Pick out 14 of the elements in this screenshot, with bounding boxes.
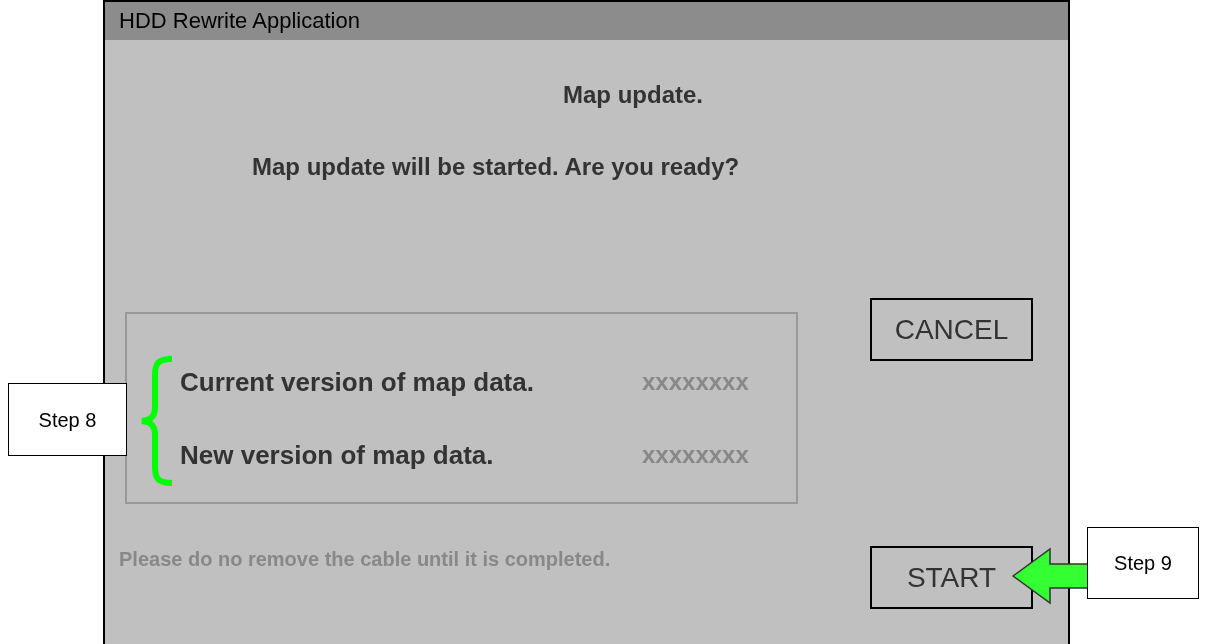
version-value: xxxxxxxx bbox=[642, 440, 749, 470]
arrow-icon bbox=[1011, 547, 1089, 605]
window-title: HDD Rewrite Application bbox=[119, 10, 360, 32]
dialog-button[interactable]: START bbox=[870, 546, 1033, 609]
step-callout: Step 8 bbox=[8, 383, 127, 456]
dialog-button[interactable]: CANCEL bbox=[870, 298, 1033, 361]
heading: Map update. bbox=[563, 81, 703, 109]
brace-icon bbox=[139, 356, 175, 486]
step-callout: Step 9 bbox=[1087, 527, 1199, 599]
notice-text: Please do no remove the cable until it is completed. bbox=[119, 547, 611, 571]
version-value: xxxxxxxx bbox=[642, 367, 749, 397]
version-label: New version of map data. bbox=[180, 439, 495, 471]
prompt-text: Map update will be started. Are you ready? bbox=[252, 153, 740, 181]
version-label: Current version of map data. bbox=[180, 366, 535, 398]
